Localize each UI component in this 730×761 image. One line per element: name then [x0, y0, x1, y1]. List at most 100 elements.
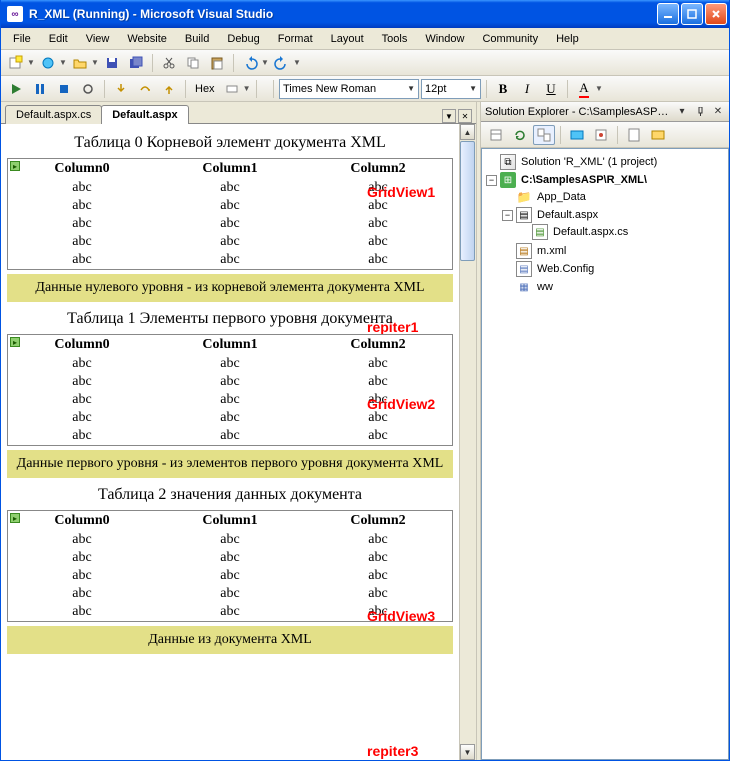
scroll-down-button[interactable]: ▼ — [460, 744, 475, 760]
file-ww[interactable]: ▦ww — [502, 278, 726, 296]
menu-window[interactable]: Window — [417, 31, 472, 47]
hex-toggle[interactable] — [221, 79, 243, 99]
scroll-thumb[interactable] — [460, 141, 475, 261]
open-file-button[interactable] — [69, 53, 91, 73]
gridview-1[interactable]: ▸Column0Column1Column2abcabcabcabcabcabc… — [7, 158, 453, 270]
dropdown-icon[interactable]: ▼ — [59, 58, 67, 67]
menu-build[interactable]: Build — [177, 31, 217, 47]
pin-button[interactable]: ▾ — [675, 105, 689, 119]
font-family-combo[interactable]: Times New Roman▼ — [279, 79, 419, 99]
menu-community[interactable]: Community — [474, 31, 546, 47]
tab-default-aspx-cs[interactable]: Default.aspx.cs — [5, 105, 102, 124]
tab-dropdown-button[interactable]: ▼ — [442, 109, 456, 123]
save-button[interactable] — [101, 53, 123, 73]
dropdown-icon[interactable]: ▼ — [243, 84, 251, 93]
app-window: ∞ R_XML (Running) - Microsoft Visual Stu… — [0, 0, 730, 761]
italic-button[interactable]: I — [516, 79, 538, 99]
table-row: abcabcabc — [8, 585, 452, 603]
step-out-button[interactable] — [158, 79, 180, 99]
asp-config-button[interactable] — [590, 125, 612, 145]
toolbar-separator — [567, 80, 568, 98]
font-size-combo[interactable]: 12pt▼ — [421, 79, 481, 99]
close-button[interactable] — [705, 3, 727, 25]
table-cell: abc — [8, 215, 156, 233]
minimize-button[interactable] — [657, 3, 679, 25]
menu-view[interactable]: View — [78, 31, 118, 47]
pause-button[interactable] — [29, 79, 51, 99]
smart-tag-icon[interactable]: ▸ — [10, 337, 20, 347]
properties-button[interactable] — [485, 125, 507, 145]
table-caption-2: Таблица 1 Элементы первого уровня докуме… — [7, 306, 453, 332]
menu-layout[interactable]: Layout — [323, 31, 372, 47]
copy-website-button[interactable] — [566, 125, 588, 145]
scroll-up-button[interactable]: ▲ — [460, 124, 475, 140]
dropdown-icon[interactable]: ▼ — [91, 58, 99, 67]
dropdown-icon[interactable]: ▼ — [293, 58, 301, 67]
panel-close-button[interactable]: ✕ — [711, 105, 725, 119]
scroll-track[interactable] — [460, 141, 476, 743]
solution-node[interactable]: ⧉ Solution 'R_XML' (1 project) — [486, 153, 726, 171]
collapse-icon[interactable]: − — [486, 175, 497, 186]
menu-edit[interactable]: Edit — [41, 31, 76, 47]
menu-website[interactable]: Website — [119, 31, 175, 47]
project-node[interactable]: − ⊞ C:\SamplesASP\R_XML\ — [486, 172, 726, 188]
menu-tools[interactable]: Tools — [374, 31, 416, 47]
paste-button[interactable] — [206, 53, 228, 73]
undo-button[interactable] — [239, 53, 261, 73]
autohide-button[interactable] — [693, 105, 707, 119]
folder-app-data[interactable]: 📁App_Data — [502, 188, 726, 206]
smart-tag-icon[interactable]: ▸ — [10, 161, 20, 171]
table-cell: abc — [304, 549, 452, 567]
menu-help[interactable]: Help — [548, 31, 587, 47]
file-web-config[interactable]: ▤Web.Config — [502, 260, 726, 278]
cut-button[interactable] — [158, 53, 180, 73]
menu-format[interactable]: Format — [270, 31, 321, 47]
design-surface[interactable]: Таблица 0 Корневой элемент документа XML… — [1, 124, 459, 760]
nest-related-button[interactable] — [533, 125, 555, 145]
dropdown-icon[interactable]: ▼ — [261, 58, 269, 67]
file-default-aspx-cs[interactable]: ▤Default.aspx.cs — [518, 223, 726, 241]
save-all-button[interactable] — [125, 53, 147, 73]
file-m-xml[interactable]: ▤m.xml — [502, 242, 726, 260]
copy-button[interactable] — [182, 53, 204, 73]
gridview-2[interactable]: ▸Column0Column1Column2abcabcabcabcabcabc… — [7, 334, 453, 446]
gridview-3[interactable]: ▸Column0Column1Column2abcabcabcabcabcabc… — [7, 510, 453, 622]
stop-button[interactable] — [53, 79, 75, 99]
toolbar-separator — [256, 80, 257, 98]
redo-button[interactable] — [271, 53, 293, 73]
view-code-button[interactable] — [623, 125, 645, 145]
repeater-2[interactable]: Данные первого уровня - из элементов пер… — [7, 450, 453, 478]
repeater-3[interactable]: Данные из документа XML — [7, 626, 453, 654]
solution-tree[interactable]: ⧉ Solution 'R_XML' (1 project) − ⊞ C:\Sa… — [481, 148, 729, 760]
step-over-button[interactable] — [134, 79, 156, 99]
project-label: C:\SamplesASP\R_XML\ — [519, 173, 649, 187]
font-color-button[interactable]: A — [573, 79, 595, 99]
maximize-button[interactable] — [681, 3, 703, 25]
file-default-aspx[interactable]: − ▤ Default.aspx — [502, 207, 726, 223]
column-header: Column0 — [8, 159, 156, 179]
tab-default-aspx[interactable]: Default.aspx — [101, 105, 188, 124]
table-cell: abc — [8, 603, 156, 621]
collapse-icon[interactable]: − — [502, 210, 513, 221]
generic-file-icon: ▦ — [516, 279, 532, 295]
restart-button[interactable] — [77, 79, 99, 99]
dropdown-icon[interactable]: ▼ — [595, 84, 603, 93]
step-into-button[interactable] — [110, 79, 132, 99]
continue-button[interactable] — [5, 79, 27, 99]
annotation-gridview-3: GridView3 — [367, 608, 435, 624]
new-website-button[interactable] — [37, 53, 59, 73]
new-project-button[interactable] — [5, 53, 27, 73]
vertical-scrollbar[interactable]: ▲ ▼ — [459, 124, 476, 760]
view-designer-button[interactable] — [647, 125, 669, 145]
table-cell: abc — [304, 531, 452, 549]
underline-button[interactable]: U — [540, 79, 562, 99]
menu-file[interactable]: File — [5, 31, 39, 47]
menu-debug[interactable]: Debug — [219, 31, 267, 47]
smart-tag-icon[interactable]: ▸ — [10, 513, 20, 523]
table-caption-3: Таблица 2 значения данных документа — [7, 482, 453, 508]
refresh-button[interactable] — [509, 125, 531, 145]
tab-close-button[interactable]: ✕ — [458, 109, 472, 123]
repeater-1[interactable]: Данные нулевого уровня - из корневой эле… — [7, 274, 453, 302]
bold-button[interactable]: B — [492, 79, 514, 99]
dropdown-icon[interactable]: ▼ — [27, 58, 35, 67]
